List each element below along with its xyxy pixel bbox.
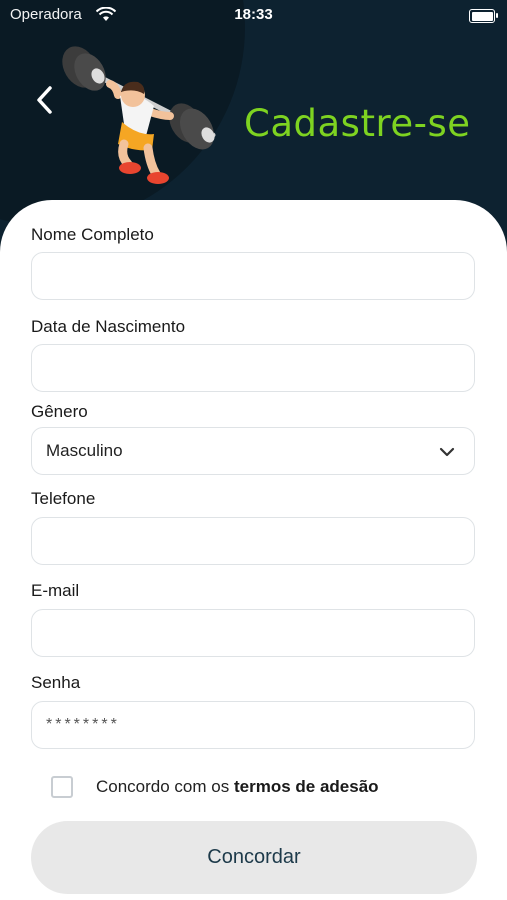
email-input[interactable] — [31, 609, 475, 657]
chevron-down-icon — [439, 447, 455, 457]
phone-input[interactable] — [31, 517, 475, 565]
gender-selected-value: Masculino — [46, 441, 123, 460]
weightlifter-illustration — [62, 46, 216, 184]
terms-checkbox[interactable] — [51, 776, 73, 798]
agree-button-label: Concordar — [207, 846, 301, 868]
email-label: E-mail — [31, 581, 80, 600]
gender-select[interactable]: Masculino — [31, 427, 475, 475]
clock: 18:33 — [234, 6, 273, 23]
phone-label: Telefone — [31, 489, 96, 508]
birth-date-label: Data de Nascimento — [31, 317, 186, 336]
battery-icon — [469, 9, 498, 23]
status-bar: Operadora 18:33 — [0, 0, 507, 30]
password-input[interactable]: ******** — [31, 701, 475, 749]
page-title: Cadastre-se — [244, 102, 471, 145]
terms-text: Concordo com os termos de adesão — [96, 777, 379, 797]
terms-label: Concordo com os — [96, 777, 230, 796]
password-masked-value: ******** — [46, 716, 120, 733]
full-name-input[interactable] — [31, 252, 475, 300]
terms-link[interactable]: termos de adesão — [234, 777, 379, 796]
birth-date-input[interactable] — [31, 344, 475, 392]
full-name-label: Nome Completo — [31, 225, 154, 244]
gender-label: Gênero — [31, 402, 88, 421]
password-label: Senha — [31, 673, 81, 692]
agree-button[interactable]: Concordar — [31, 821, 477, 894]
